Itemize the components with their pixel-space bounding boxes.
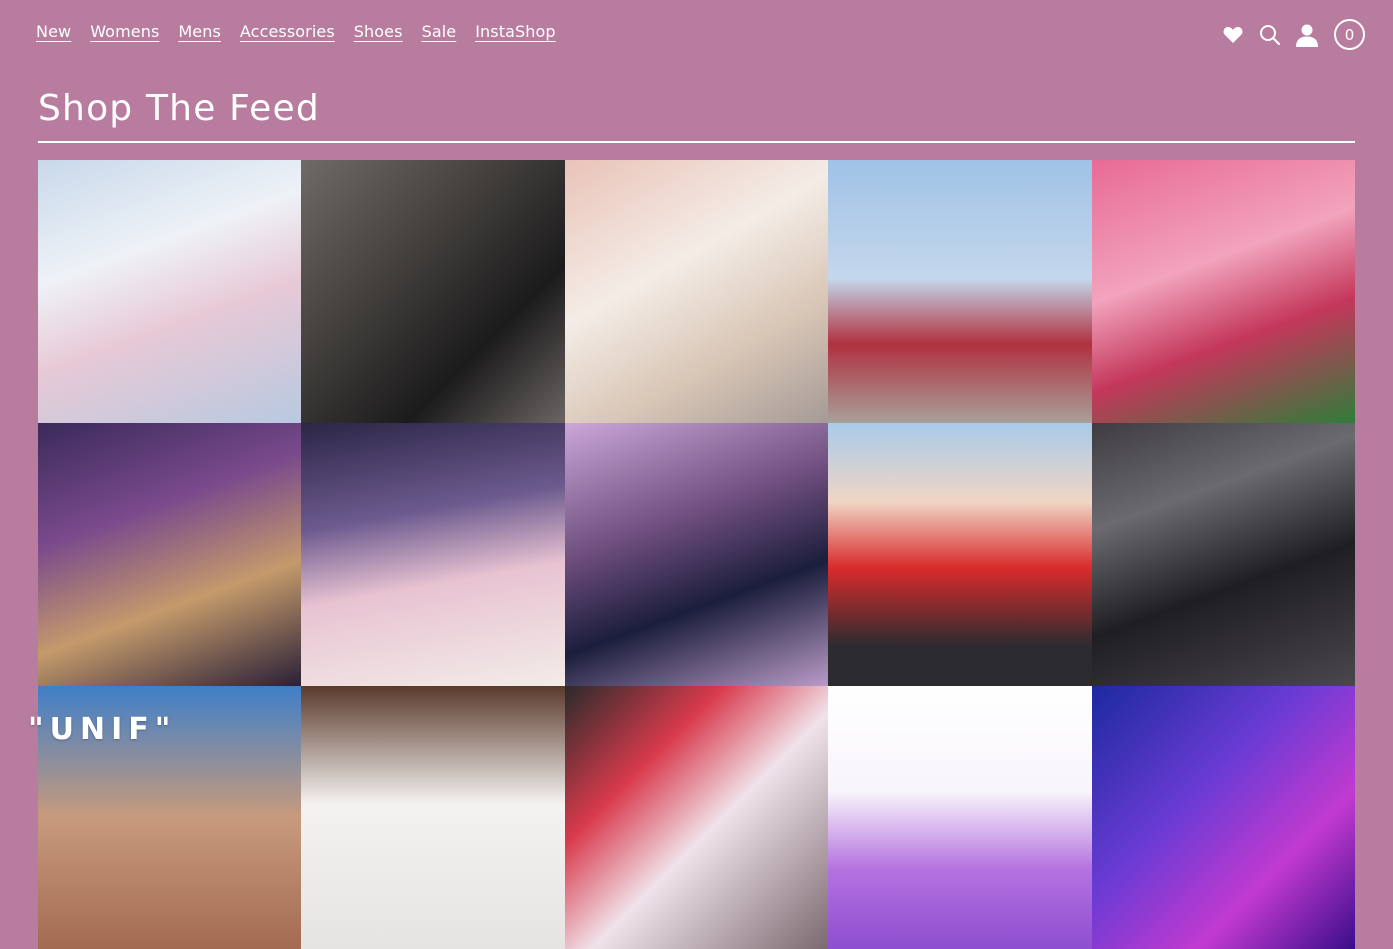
nav-mens[interactable]: Mens	[178, 22, 221, 41]
feed-photo[interactable]	[828, 160, 1092, 423]
title-divider	[38, 141, 1355, 143]
search-icon[interactable]	[1258, 23, 1282, 47]
cart-count-button[interactable]: 0	[1334, 19, 1365, 50]
account-icon[interactable]	[1295, 23, 1319, 47]
feed-photo[interactable]	[301, 423, 565, 686]
feed-photo[interactable]	[564, 423, 829, 686]
nav-accessories[interactable]: Accessories	[240, 22, 335, 41]
header-actions: 0	[1221, 19, 1365, 50]
page-title: Shop The Feed	[38, 88, 320, 129]
heart-icon[interactable]	[1221, 23, 1245, 47]
nav-shoes[interactable]: Shoes	[354, 22, 403, 41]
nav-womens[interactable]: Womens	[90, 22, 159, 41]
feed-photo[interactable]	[564, 686, 829, 949]
feed-photo[interactable]	[38, 160, 302, 423]
feed-photo[interactable]	[828, 423, 1092, 686]
feed-photo[interactable]	[828, 686, 1092, 949]
nav-new[interactable]: New	[36, 22, 71, 41]
feed-photo[interactable]	[1091, 423, 1355, 686]
feed-photo[interactable]	[38, 423, 302, 686]
feed-photo[interactable]	[564, 160, 829, 423]
brand-logo[interactable]: "UNIF"	[28, 712, 176, 747]
feed-photo[interactable]	[1091, 686, 1355, 949]
feed-photo[interactable]	[301, 686, 565, 949]
feed-grid	[38, 160, 1355, 949]
main-nav: New Womens Mens Accessories Shoes Sale I…	[36, 22, 556, 41]
nav-instashop[interactable]: InstaShop	[475, 22, 555, 41]
feed-photo[interactable]	[301, 160, 565, 423]
feed-photo[interactable]	[1091, 160, 1355, 423]
nav-sale[interactable]: Sale	[422, 22, 457, 41]
